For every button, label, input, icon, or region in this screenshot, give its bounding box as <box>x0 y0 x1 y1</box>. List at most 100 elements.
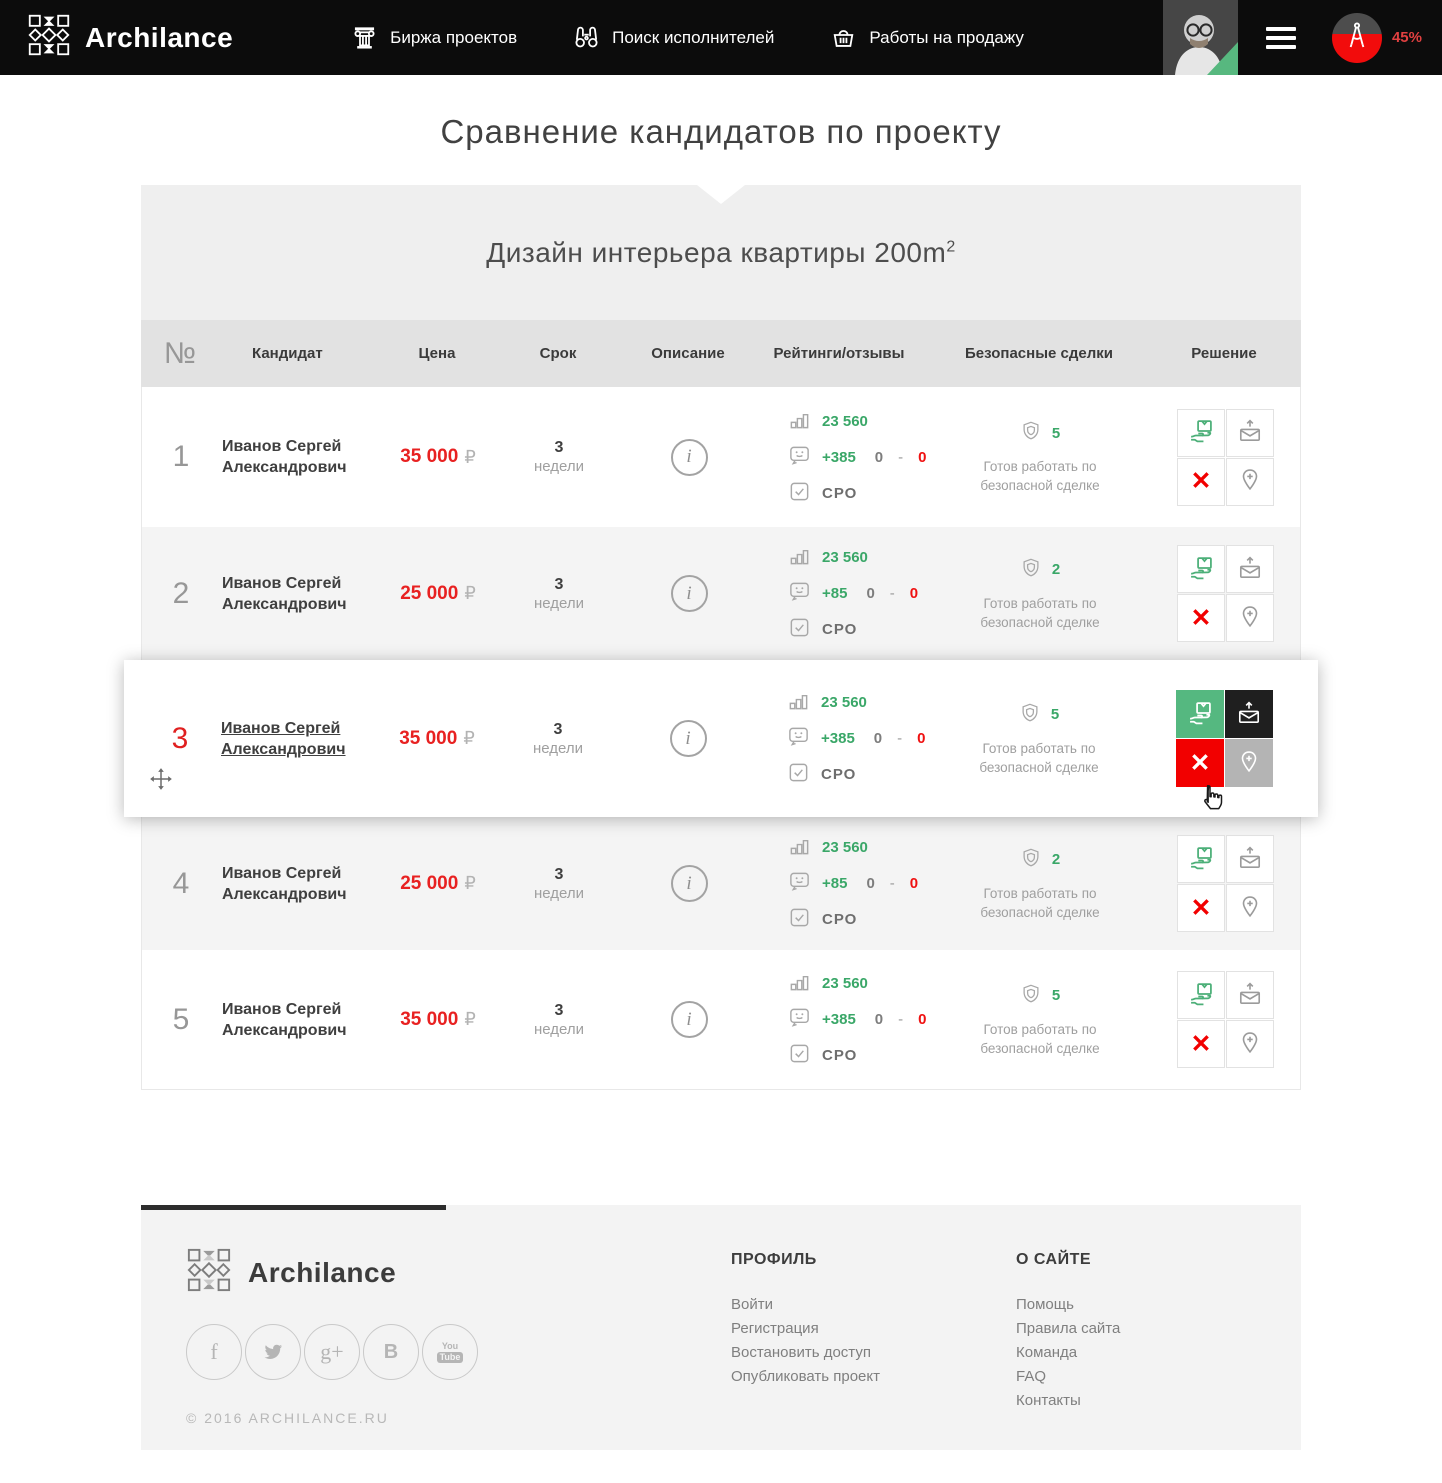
description-info-button[interactable]: i <box>671 575 708 612</box>
deal-hand-box-icon <box>1186 699 1214 730</box>
cursor-pointer-icon <box>1198 782 1228 823</box>
drafting-compass-icon <box>1342 20 1372 55</box>
send-message-button[interactable] <box>1225 690 1273 738</box>
views-count: 23 560 <box>822 549 868 566</box>
col-header-term: Срок <box>487 345 629 362</box>
location-pin-button[interactable] <box>1226 594 1274 642</box>
term-unit: недели <box>534 1020 584 1039</box>
page-title: Сравнение кандидатов по проекту <box>0 75 1442 185</box>
views-count: 23 560 <box>822 413 868 430</box>
footer-link-register[interactable]: Регистрация <box>731 1317 880 1341</box>
review-score: +85 <box>822 875 847 892</box>
safe-deals-cell: 2 Готов работать по безопасной сделке <box>932 846 1148 922</box>
comment-smiley-icon <box>788 870 811 897</box>
vk-icon: B <box>384 1341 398 1364</box>
location-pin-plus-icon <box>1237 1030 1263 1059</box>
nav-item-find-contractors[interactable]: Поиск исполнителей <box>573 24 774 51</box>
facebook-link[interactable]: f <box>186 1324 242 1380</box>
checkbox-icon <box>787 761 810 788</box>
main-navigation: Биржа проектов Поиск исполнителей <box>351 24 1024 51</box>
description-info-button[interactable]: i <box>670 720 707 757</box>
footer-link-site-rules[interactable]: Правила сайта <box>1016 1317 1120 1341</box>
shield-icon <box>1019 701 1041 729</box>
description-info-button[interactable]: i <box>671 439 708 476</box>
deal-hand-box-icon <box>1187 844 1215 875</box>
hamburger-menu-icon[interactable] <box>1266 22 1296 54</box>
comment-smiley-icon <box>788 580 811 607</box>
footer-link-contacts[interactable]: Контакты <box>1016 1389 1120 1413</box>
send-message-button[interactable] <box>1226 835 1274 883</box>
twitter-link[interactable] <box>245 1324 301 1380</box>
reject-button[interactable] <box>1176 739 1224 787</box>
vk-link[interactable]: B <box>363 1324 419 1380</box>
footer-link-faq[interactable]: FAQ <box>1016 1365 1120 1389</box>
spacer <box>0 1090 1442 1205</box>
candidate-name-link[interactable]: Иванов Сергей Александрович <box>222 436 372 478</box>
candidate-name-link[interactable]: Иванов Сергей Александрович <box>221 718 371 760</box>
make-deal-button[interactable] <box>1176 690 1224 738</box>
footer-link-help[interactable]: Помощь <box>1016 1293 1120 1317</box>
facebook-icon: f <box>210 1339 217 1365</box>
send-message-button[interactable] <box>1226 971 1274 1019</box>
make-deal-button[interactable] <box>1177 835 1225 883</box>
col-header-safe-deals: Безопасные сделки <box>931 345 1147 362</box>
location-pin-button[interactable] <box>1226 884 1274 932</box>
send-message-button[interactable] <box>1226 409 1274 457</box>
footer-link-login[interactable]: Войти <box>731 1293 880 1317</box>
candidate-name-link[interactable]: Иванов Сергей Александрович <box>222 999 372 1041</box>
candidate-name-link[interactable]: Иванов Сергей Александрович <box>222 573 372 615</box>
nav-item-projects-exchange[interactable]: Биржа проектов <box>351 24 517 51</box>
location-pin-plus-icon <box>1236 749 1262 778</box>
youtube-link[interactable]: You Tube <box>422 1324 478 1380</box>
location-pin-button[interactable] <box>1226 458 1274 506</box>
brand-logo[interactable]: Archilance <box>0 13 233 62</box>
comment-smiley-icon <box>787 725 810 752</box>
make-deal-button[interactable] <box>1177 971 1225 1019</box>
mail-send-icon <box>1236 700 1262 729</box>
mail-send-icon <box>1237 981 1263 1010</box>
footer-link-restore-access[interactable]: Востановить доступ <box>731 1341 880 1365</box>
reject-button[interactable] <box>1177 1020 1225 1068</box>
review-score: +85 <box>822 585 847 602</box>
send-message-button[interactable] <box>1226 545 1274 593</box>
make-deal-button[interactable] <box>1177 545 1225 593</box>
reject-button[interactable] <box>1177 458 1225 506</box>
footer-link-team[interactable]: Команда <box>1016 1341 1120 1365</box>
location-pin-button[interactable] <box>1226 1020 1274 1068</box>
description-info-button[interactable]: i <box>671 1001 708 1038</box>
reject-button[interactable] <box>1177 594 1225 642</box>
footer-column-about: О САЙТЕ Помощь Правила сайта Команда FAQ… <box>1016 1251 1120 1413</box>
info-icon: i <box>686 583 691 605</box>
location-pin-button[interactable] <box>1225 739 1273 787</box>
term-value: 3 <box>555 575 564 594</box>
drag-handle-icon[interactable] <box>148 766 174 797</box>
youtube-icon: You <box>442 1342 458 1351</box>
location-pin-plus-icon <box>1237 894 1263 923</box>
reject-x-icon <box>1191 1033 1211 1056</box>
views-count: 23 560 <box>822 975 868 992</box>
description-info-button[interactable]: i <box>671 865 708 902</box>
reject-button[interactable] <box>1177 884 1225 932</box>
nav-item-works-for-sale[interactable]: Работы на продажу <box>830 24 1024 51</box>
row-number: 5 <box>142 1003 220 1037</box>
col-header-ratings: Рейтинги/отзывы <box>747 345 931 362</box>
profile-progress-badge[interactable] <box>1332 13 1382 63</box>
stats-bars-icon <box>787 689 810 716</box>
ratings-cell: 23 560 +3850-0 СРО <box>748 970 932 1069</box>
footer-logo[interactable]: Archilance <box>186 1247 478 1298</box>
google-plus-link[interactable]: g+ <box>304 1324 360 1380</box>
twitter-icon <box>261 1339 285 1366</box>
deal-hand-box-icon <box>1187 417 1215 448</box>
brand-name: Archilance <box>85 22 233 54</box>
currency-symbol: ₽ <box>464 1009 475 1030</box>
currency-symbol: ₽ <box>464 583 475 604</box>
row-number: 4 <box>142 867 220 901</box>
candidate-name-link[interactable]: Иванов Сергей Александрович <box>222 863 372 905</box>
col-header-price: Цена <box>387 345 487 362</box>
term-value: 3 <box>554 720 563 739</box>
footer-link-publish-project[interactable]: Опубликовать проект <box>731 1365 880 1389</box>
decision-buttons <box>1177 971 1274 1068</box>
reviews-neutral: 0 <box>875 449 883 466</box>
user-avatar[interactable] <box>1163 0 1238 75</box>
make-deal-button[interactable] <box>1177 409 1225 457</box>
